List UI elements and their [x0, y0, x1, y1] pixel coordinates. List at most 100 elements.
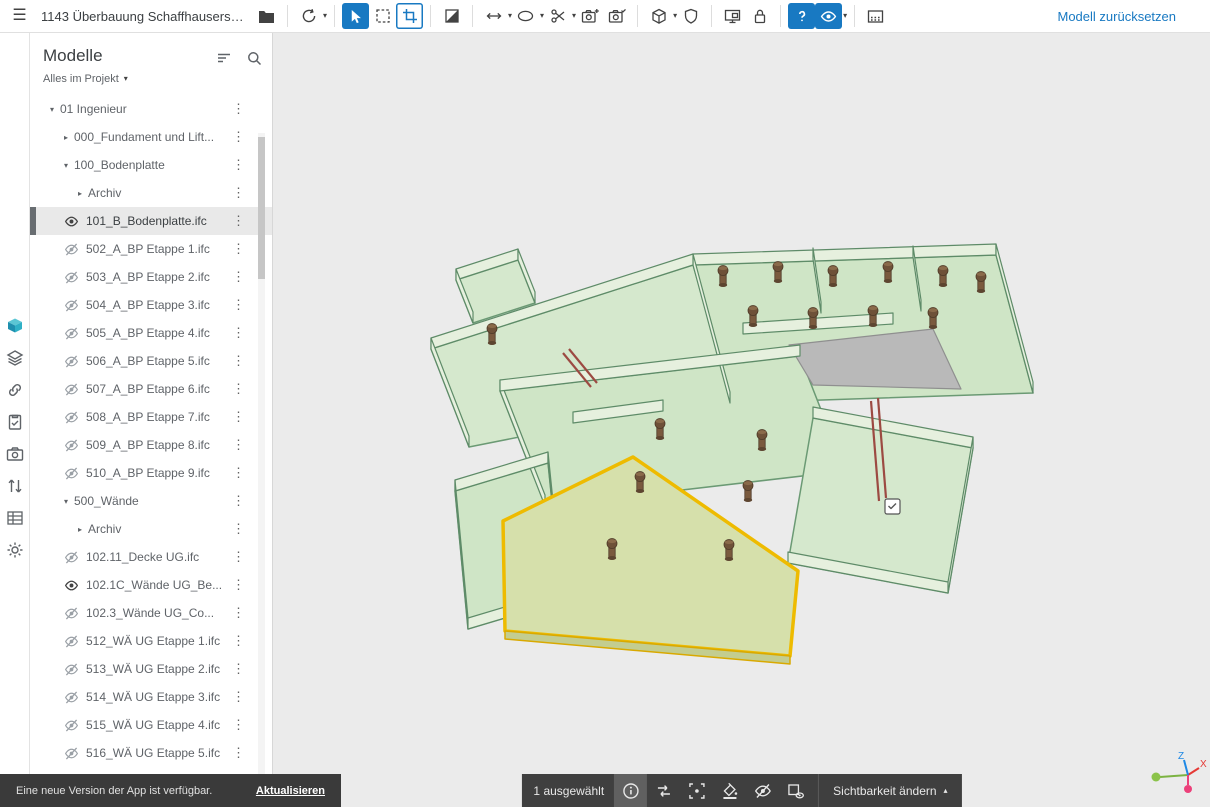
ghost-mode-button[interactable] — [438, 3, 465, 29]
model-tree-row[interactable]: 102.11_Decke UG.ifc ⋮ — [30, 543, 272, 571]
help-button[interactable] — [788, 3, 815, 29]
lock-button[interactable] — [746, 3, 773, 29]
details-button[interactable] — [614, 774, 647, 807]
row-menu-icon[interactable]: ⋮ — [232, 633, 242, 649]
cut-tool-button[interactable] — [544, 3, 571, 29]
markup-marker[interactable] — [885, 499, 900, 514]
row-menu-icon[interactable]: ⋮ — [232, 297, 242, 313]
row-menu-icon[interactable]: ⋮ — [232, 689, 242, 705]
model-tree-row[interactable]: 101_B_Bodenplatte.ifc ⋮ — [30, 207, 272, 235]
clip-section-button[interactable] — [396, 3, 423, 29]
expander-icon[interactable]: ▸ — [74, 525, 86, 534]
visibility-toggle-icon[interactable] — [64, 635, 79, 648]
expander-icon[interactable]: ▾ — [60, 161, 72, 170]
reset-model-link[interactable]: Modell zurücksetzen — [1058, 9, 1177, 24]
model-tree-row[interactable]: ▸ Archiv ⋮ — [30, 515, 272, 543]
zoom-to-selection-button[interactable] — [680, 774, 713, 807]
expander-icon[interactable]: ▾ — [60, 497, 72, 506]
rotate-view-button[interactable] — [295, 3, 322, 29]
capture-view-button[interactable] — [576, 3, 603, 29]
model-tree-row[interactable]: 504_A_BP Etappe 3.ifc ⋮ — [30, 291, 272, 319]
row-menu-icon[interactable]: ⋮ — [232, 325, 242, 341]
expander-icon[interactable]: ▸ — [60, 133, 72, 142]
row-menu-icon[interactable]: ⋮ — [232, 409, 242, 425]
row-menu-icon[interactable]: ⋮ — [232, 101, 242, 117]
visibility-toggle-icon[interactable] — [64, 299, 79, 312]
visibility-toggle-icon[interactable] — [64, 439, 79, 452]
render-grid-button[interactable] — [862, 3, 889, 29]
row-menu-icon[interactable]: ⋮ — [232, 437, 242, 453]
visibility-modes-button[interactable] — [815, 3, 842, 29]
visibility-toggle-icon[interactable] — [64, 607, 79, 620]
markup-ellipse-button[interactable] — [512, 3, 539, 29]
select-similar-button[interactable] — [647, 774, 680, 807]
model-tree-row[interactable]: ▾ 01 Ingenieur ⋮ — [30, 95, 272, 123]
camera-check-button[interactable] — [603, 3, 630, 29]
visibility-toggle-icon[interactable] — [64, 747, 79, 760]
visibility-toggle-icon[interactable] — [64, 383, 79, 396]
model-tree-row[interactable]: 507_A_BP Etappe 6.ifc ⋮ — [30, 375, 272, 403]
shield-button[interactable] — [677, 3, 704, 29]
scrollbar-thumb[interactable] — [258, 137, 265, 279]
row-menu-icon[interactable]: ⋮ — [232, 549, 242, 565]
row-menu-icon[interactable]: ⋮ — [232, 269, 242, 285]
gizmo-origin-handle[interactable] — [1184, 785, 1192, 793]
hide-selection-button[interactable] — [746, 774, 779, 807]
select-tool-button[interactable] — [342, 3, 369, 29]
row-menu-icon[interactable]: ⋮ — [232, 129, 242, 145]
scope-filter-dropdown[interactable]: Alles im Projekt ▾ — [43, 73, 260, 85]
measure-tool-button[interactable] — [480, 3, 507, 29]
sort-icon[interactable] — [216, 51, 232, 71]
visibility-toggle-icon[interactable] — [64, 551, 79, 564]
model-tree-row[interactable]: 508_A_BP Etappe 7.ifc ⋮ — [30, 403, 272, 431]
row-menu-icon[interactable]: ⋮ — [232, 605, 242, 621]
visibility-toggle-icon[interactable] — [64, 719, 79, 732]
rail-links-tab[interactable] — [4, 381, 26, 399]
model-tree-row[interactable]: ▸ Archiv ⋮ — [30, 179, 272, 207]
model-tree-row[interactable]: 506_A_BP Etappe 5.ifc ⋮ — [30, 347, 272, 375]
rail-todo-tab[interactable] — [4, 413, 26, 431]
row-menu-icon[interactable]: ⋮ — [232, 521, 242, 537]
model-tree-row[interactable]: 513_WÄ UG Etappe 2.ifc ⋮ — [30, 655, 272, 683]
row-menu-icon[interactable]: ⋮ — [232, 717, 242, 733]
model-tree-row[interactable]: 512_WÄ UG Etappe 1.ifc ⋮ — [30, 627, 272, 655]
visibility-toggle-icon[interactable] — [64, 663, 79, 676]
row-menu-icon[interactable]: ⋮ — [232, 465, 242, 481]
marquee-select-button[interactable] — [369, 3, 396, 29]
chevron-down-icon[interactable]: ▾ — [843, 12, 847, 20]
row-menu-icon[interactable]: ⋮ — [232, 353, 242, 369]
project-folder-button[interactable] — [253, 3, 280, 29]
presentation-button[interactable] — [719, 3, 746, 29]
visibility-toggle-icon[interactable] — [64, 327, 79, 340]
chevron-down-icon[interactable]: ▾ — [323, 12, 327, 20]
row-menu-icon[interactable]: ⋮ — [232, 661, 242, 677]
row-menu-icon[interactable]: ⋮ — [232, 381, 242, 397]
visibility-toggle-icon[interactable] — [64, 355, 79, 368]
rail-views-tab[interactable] — [4, 445, 26, 463]
visibility-toggle-icon[interactable] — [64, 579, 79, 592]
model-tree-row[interactable]: 505_A_BP Etappe 4.ifc ⋮ — [30, 319, 272, 347]
rail-hierarchy-tab[interactable] — [4, 477, 26, 495]
expander-icon[interactable]: ▾ — [46, 105, 58, 114]
visibility-toggle-icon[interactable] — [64, 271, 79, 284]
row-menu-icon[interactable]: ⋮ — [232, 241, 242, 257]
model-tree-row[interactable]: 102.1C_Wände UG_Be... ⋮ — [30, 571, 272, 599]
model-tree-row[interactable]: ▾ 500_Wände ⋮ — [30, 487, 272, 515]
visibility-toggle-icon[interactable] — [64, 411, 79, 424]
visibility-toggle-icon[interactable] — [64, 467, 79, 480]
rail-layers-tab[interactable] — [4, 349, 26, 367]
row-menu-icon[interactable]: ⋮ — [232, 157, 242, 173]
model-tree-row[interactable]: 502_A_BP Etappe 1.ifc ⋮ — [30, 235, 272, 263]
menu-button[interactable]: ☰ — [6, 3, 33, 29]
update-action-link[interactable]: Aktualisieren — [256, 785, 325, 797]
visibility-toggle-icon[interactable] — [64, 215, 79, 228]
row-menu-icon[interactable]: ⋮ — [232, 493, 242, 509]
visibility-toggle-icon[interactable] — [64, 243, 79, 256]
row-menu-icon[interactable]: ⋮ — [232, 185, 242, 201]
rail-models-tab[interactable] — [4, 317, 26, 335]
row-menu-icon[interactable]: ⋮ — [232, 577, 242, 593]
gizmo-x-label[interactable]: X — [1200, 759, 1207, 770]
rail-settings-tab[interactable] — [4, 541, 26, 559]
rail-table-tab[interactable] — [4, 509, 26, 527]
model-tree-row[interactable]: 102.3_Wände UG_Co... ⋮ — [30, 599, 272, 627]
